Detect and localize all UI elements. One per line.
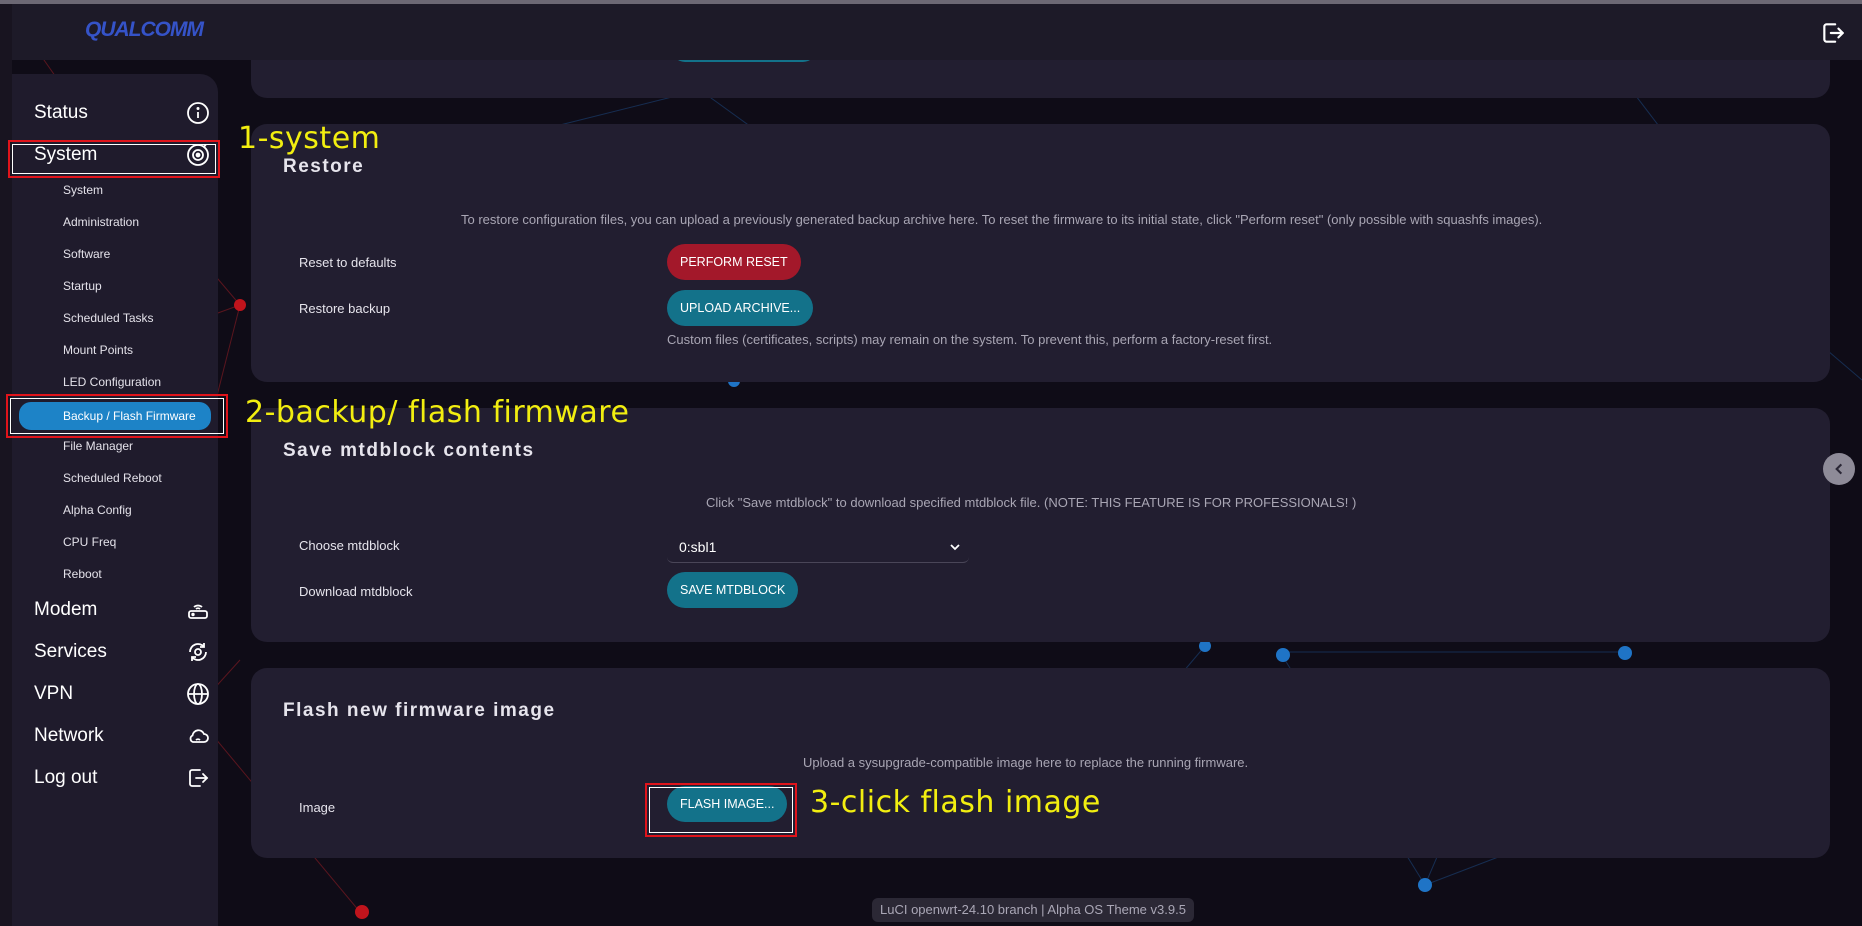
sidebar-subitem-scheduled-tasks[interactable]: Scheduled Tasks: [51, 306, 226, 330]
restore-title: Restore: [283, 156, 365, 177]
sidebar-subitem-cpu-freq[interactable]: CPU Freq: [51, 530, 226, 554]
annotation-step-2: 2-backup/ flash firmware: [245, 395, 630, 430]
globe-icon: [187, 683, 209, 705]
top-header: QUALCOMM: [12, 4, 1862, 60]
sidebar-subitem-scheduled-reboot[interactable]: Scheduled Reboot: [51, 466, 226, 490]
restore-description: To restore configuration files, you can …: [461, 212, 1543, 227]
flash-image-button[interactable]: FLASH IMAGE...: [667, 786, 788, 822]
sidebar-item-label: Status: [34, 102, 88, 123]
logout-icon[interactable]: [1820, 20, 1846, 46]
restore-backup-label: Restore backup: [299, 301, 391, 316]
sidebar-item-label: Log out: [34, 767, 98, 788]
sidebar-item-label: Network: [34, 725, 104, 746]
mtdblock-title: Save mtdblock contents: [283, 440, 535, 461]
sidebar-item-status[interactable]: Status: [34, 97, 210, 129]
sidebar-subitem-backup-flash-firmware[interactable]: Backup / Flash Firmware: [19, 402, 211, 430]
left-edge-strip: [0, 4, 12, 926]
reset-label: Reset to defaults: [299, 255, 397, 270]
sidebar-item-label: VPN: [34, 683, 74, 704]
router-icon: [188, 604, 208, 619]
sidebar-subitem-reboot[interactable]: Reboot: [51, 562, 226, 586]
sidebar-item-system[interactable]: System: [34, 139, 210, 171]
sidebar-item-label: Modem: [34, 599, 98, 620]
services-icon: [189, 643, 207, 661]
perform-reset-button[interactable]: PERFORM RESET: [667, 244, 801, 280]
sidebar-subitem-software[interactable]: Software: [51, 242, 226, 266]
sidebar-item-services[interactable]: Services: [34, 636, 210, 668]
sidebar-item-network[interactable]: Network: [34, 720, 210, 752]
cloud-icon: [189, 729, 209, 743]
chevron-left-icon: [1835, 463, 1843, 475]
sidebar-subitem-administration[interactable]: Administration: [51, 210, 226, 234]
save-mtdblock-button[interactable]: SAVE MTDBLOCK: [667, 572, 799, 608]
footer-version: LuCI openwrt-24.10 branch | Alpha OS The…: [872, 898, 1194, 922]
sidebar-subitem-file-manager[interactable]: File Manager: [51, 434, 226, 458]
sidebar: Status System System Administration Soft…: [12, 74, 218, 926]
upload-archive-button[interactable]: UPLOAD ARCHIVE...: [667, 290, 814, 326]
sidebar-item-logout[interactable]: Log out: [34, 762, 210, 794]
mtdblock-select[interactable]: 0:sbl1: [667, 531, 969, 563]
system-icon: [187, 144, 209, 166]
mtdblock-section: Save mtdblock contents Click "Save mtdbl…: [251, 408, 1830, 642]
flash-firmware-section: Flash new firmware image Upload a sysupg…: [251, 668, 1830, 858]
sidebar-item-label: System: [34, 144, 98, 165]
choose-mtdblock-label: Choose mtdblock: [299, 538, 400, 553]
sidebar-subitem-startup[interactable]: Startup: [51, 274, 226, 298]
collapse-sidebar-button[interactable]: [1823, 453, 1855, 485]
sidebar-subitem-mount-points[interactable]: Mount Points: [51, 338, 226, 362]
info-icon: [187, 102, 209, 124]
mtdblock-description: Click "Save mtdblock" to download specif…: [706, 495, 1357, 510]
restore-note: Custom files (certificates, scripts) may…: [667, 332, 1273, 347]
sidebar-subitem-alpha-config[interactable]: Alpha Config: [51, 498, 226, 522]
sidebar-subitem-led-configuration[interactable]: LED Configuration: [51, 370, 226, 394]
logout-icon: [189, 769, 209, 787]
mtdblock-select-value: 0:sbl1: [679, 538, 717, 555]
sidebar-item-modem[interactable]: Modem: [34, 594, 210, 626]
annotation-step-1: 1-system: [238, 121, 381, 156]
sidebar-item-label: Services: [34, 641, 107, 662]
annotation-step-3: 3-click flash image: [810, 785, 1101, 820]
chevron-down-icon: [950, 543, 960, 550]
sidebar-subitem-system[interactable]: System: [51, 178, 226, 202]
download-mtdblock-label: Download mtdblock: [299, 584, 413, 599]
flash-firmware-title: Flash new firmware image: [283, 700, 556, 721]
image-label: Image: [299, 800, 336, 815]
sidebar-item-vpn[interactable]: VPN: [34, 678, 210, 710]
qualcomm-logo[interactable]: QUALCOMM: [85, 18, 204, 42]
restore-section: Restore To restore configuration files, …: [251, 124, 1830, 382]
flash-firmware-description: Upload a sysupgrade-compatible image her…: [803, 755, 1249, 770]
